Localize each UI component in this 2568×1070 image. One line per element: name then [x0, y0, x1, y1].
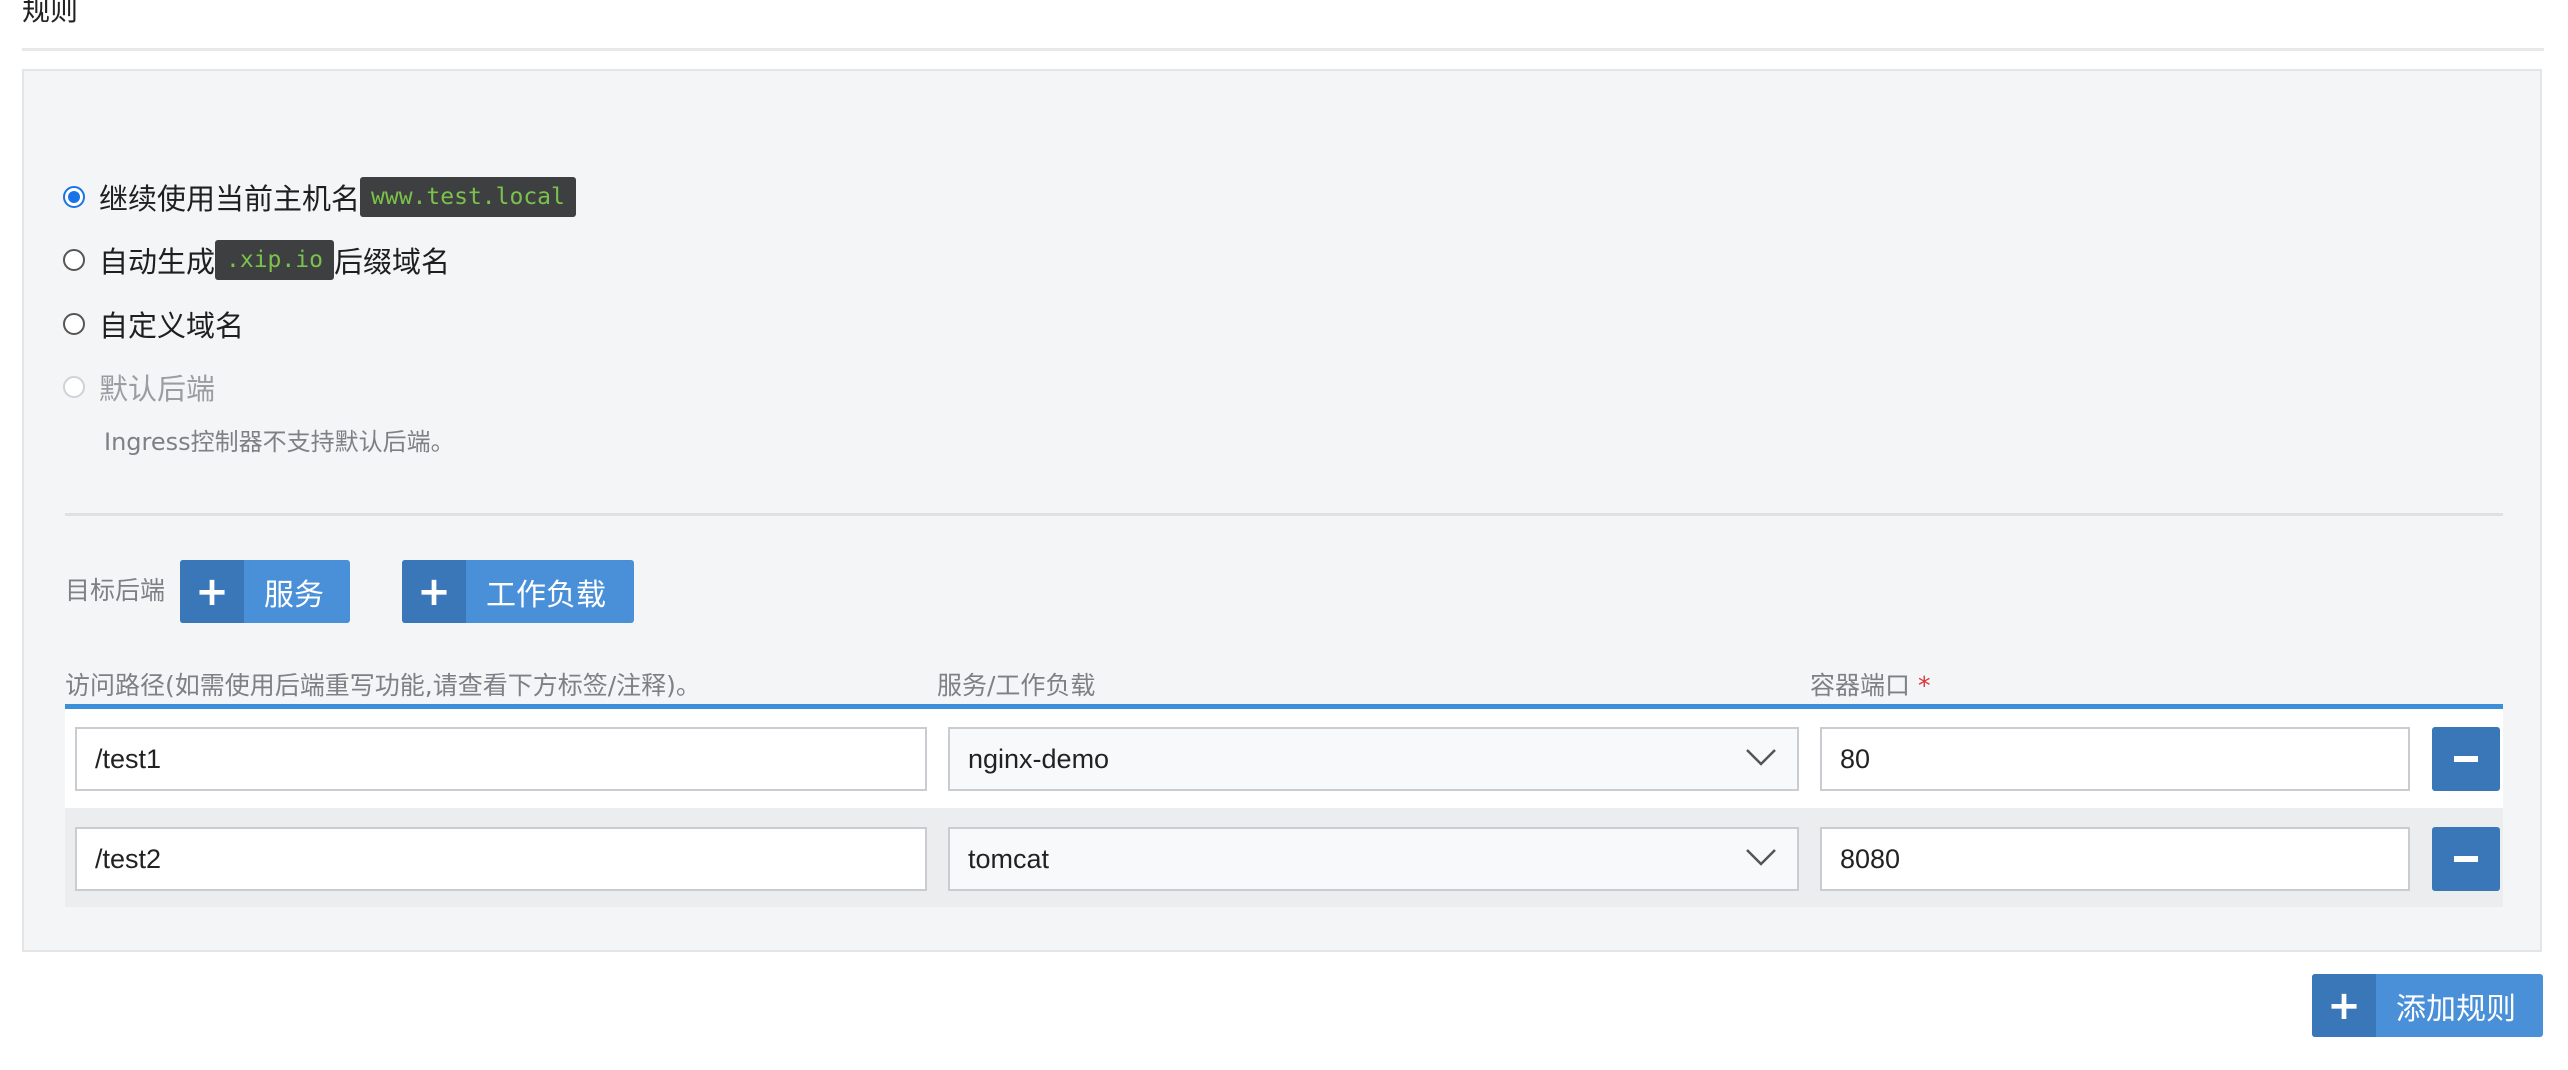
path-input[interactable]: /test1: [75, 727, 927, 791]
chevron-down-icon: [1746, 749, 1776, 766]
port-input[interactable]: 80: [1820, 727, 2410, 791]
target-select[interactable]: nginx-demo: [948, 727, 1799, 791]
option-label: 自定义域名: [99, 309, 245, 343]
add-workload-button[interactable]: + 工作负载: [402, 560, 634, 623]
chevron-down-icon: [1746, 849, 1776, 866]
add-service-label: 服务: [264, 577, 324, 613]
minus-icon: [2454, 856, 2478, 862]
minus-icon: [2454, 756, 2478, 762]
target-select-value: nginx-demo: [968, 743, 1110, 774]
target-select[interactable]: tomcat: [948, 827, 1799, 891]
radio-custom-domain[interactable]: [63, 313, 85, 335]
target-select-value: tomcat: [968, 843, 1050, 874]
host-option-keep-current[interactable]: 继续使用当前主机名 www.test.local: [63, 175, 576, 219]
remove-row-button[interactable]: [2432, 827, 2500, 891]
plus-icon: +: [180, 560, 244, 623]
add-workload-label: 工作负载: [486, 577, 606, 613]
host-option-custom-domain[interactable]: 自定义域名: [63, 302, 244, 346]
remove-row-button[interactable]: [2432, 727, 2500, 791]
radio-auto-generate[interactable]: [63, 249, 85, 271]
column-header-path: 访问路径(如需使用后端重写功能,请查看下方标签/注释)。: [65, 671, 701, 700]
radio-default-backend: [63, 376, 85, 398]
host-option-default-backend: 默认后端: [63, 365, 215, 409]
option-suffix-label: 后缀域名: [333, 245, 450, 279]
add-rule-button[interactable]: + 添加规则: [2312, 974, 2543, 1037]
plus-icon: +: [2312, 974, 2376, 1037]
default-backend-help: Ingress控制器不支持默认后端。: [104, 428, 455, 456]
title-divider: [22, 48, 2544, 51]
radio-keep-current[interactable]: [63, 186, 85, 208]
path-input[interactable]: /test2: [75, 827, 927, 891]
plus-icon: +: [402, 560, 466, 623]
options-divider: [65, 513, 2503, 516]
add-rule-label: 添加规则: [2396, 991, 2516, 1027]
option-label: 自动生成: [99, 245, 216, 279]
xip-code: .xip.io: [215, 240, 334, 280]
rules-section-title: 规则: [22, 0, 79, 27]
option-label: 继续使用当前主机名: [99, 182, 361, 216]
hostname-code: www.test.local: [360, 177, 576, 217]
target-backend-label: 目标后端: [65, 576, 166, 605]
host-option-auto-generate[interactable]: 自动生成 .xip.io 后缀域名: [63, 238, 450, 282]
option-label: 默认后端: [99, 372, 216, 406]
column-header-port: 容器端口 *: [1810, 666, 1931, 702]
add-service-button[interactable]: + 服务: [180, 560, 350, 623]
required-mark: *: [1918, 671, 1931, 700]
column-header-target: 服务/工作负载: [937, 671, 1096, 700]
port-header-label: 容器端口: [1810, 671, 1911, 700]
port-input[interactable]: 8080: [1820, 827, 2410, 891]
